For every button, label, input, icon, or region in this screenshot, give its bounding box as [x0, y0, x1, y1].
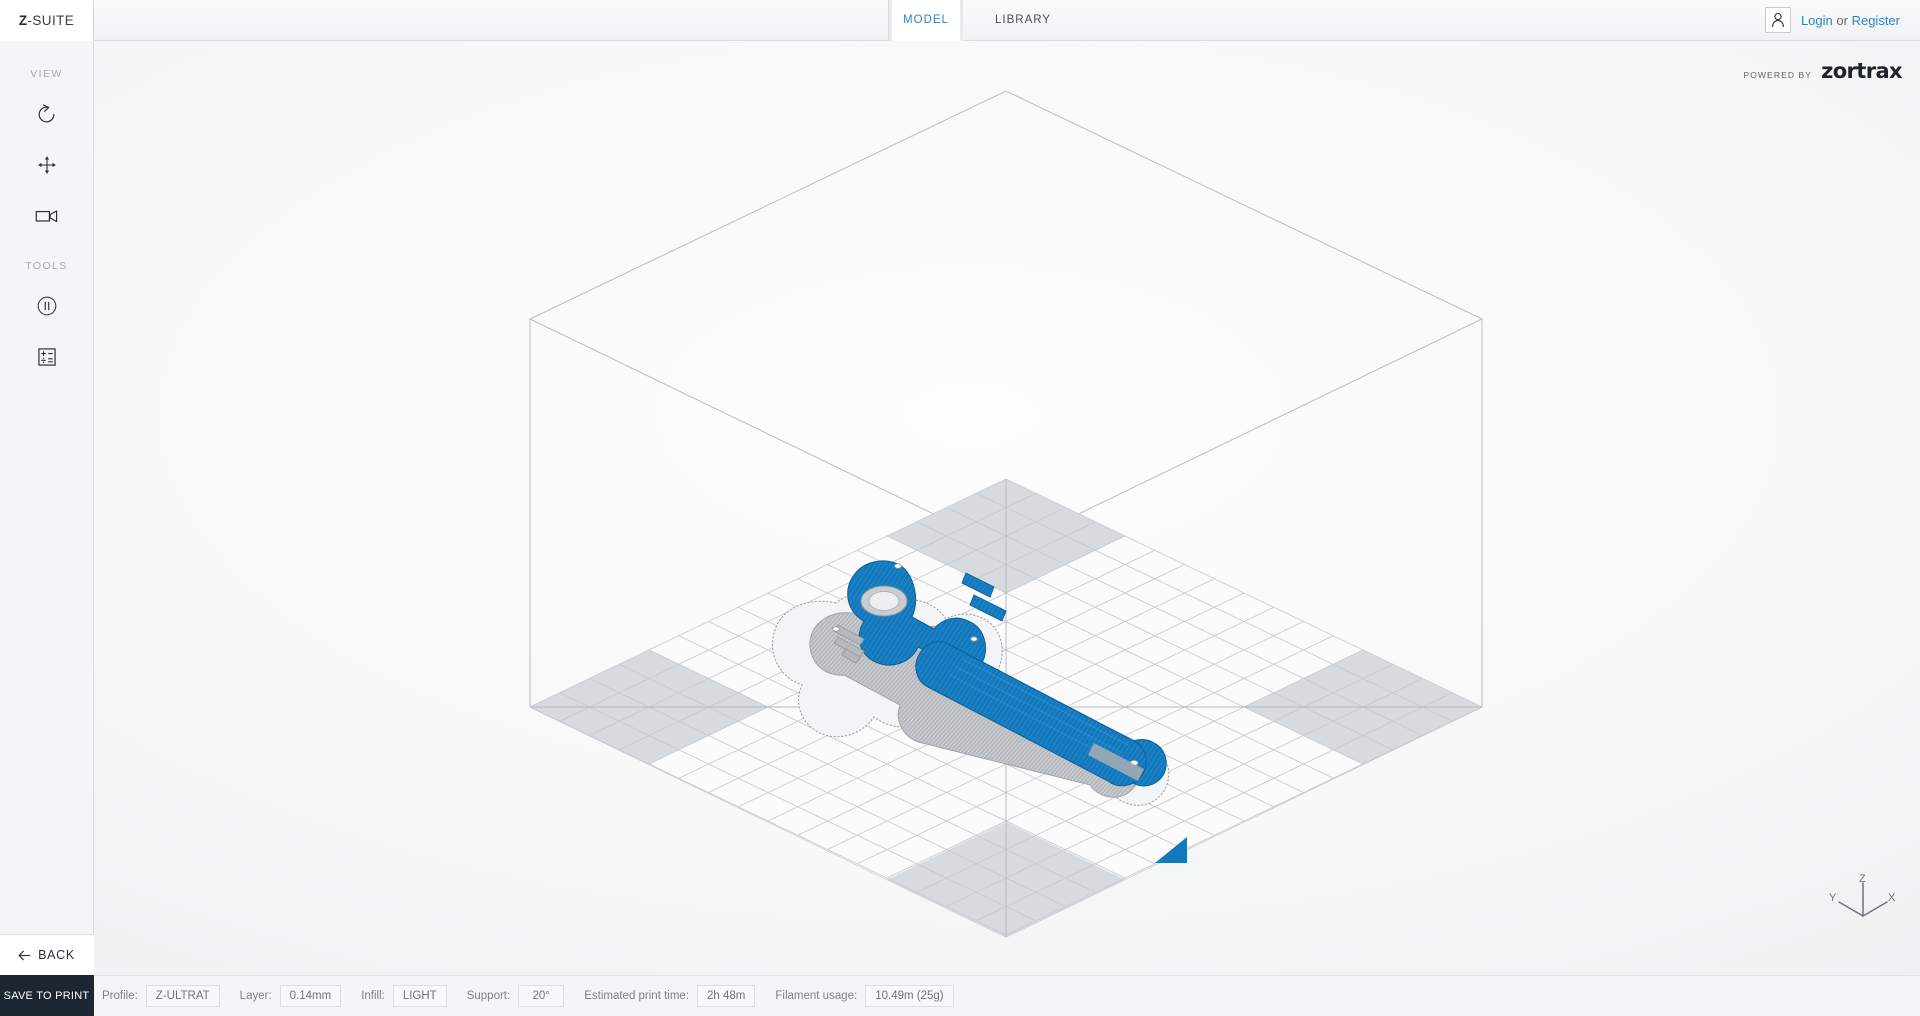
- status-field-print-time: Estimated print time: 2h 48m: [584, 985, 756, 1007]
- app-logo-z: Z: [18, 12, 28, 28]
- axis-label-x: X: [1888, 892, 1896, 904]
- arrow-left-icon: [18, 950, 31, 960]
- layer-label: Layer:: [239, 990, 272, 1002]
- account-area: Login or Register: [1764, 0, 1920, 41]
- support-value[interactable]: 20°: [518, 985, 565, 1007]
- app-logo-text: Z-SUITE: [19, 13, 74, 28]
- back-button-label: BACK: [38, 948, 75, 962]
- camera-icon[interactable]: [27, 199, 67, 233]
- pause-circle-icon[interactable]: [27, 289, 67, 323]
- print-time-value: 2h 48m: [697, 985, 756, 1007]
- calculator-icon[interactable]: [27, 340, 67, 374]
- axis-label-z: Z: [1859, 873, 1866, 885]
- zortrax-logo: zortrax: [1821, 59, 1903, 83]
- rotate-ccw-icon[interactable]: [27, 97, 67, 131]
- header-right-bar: LIBRARY Login or Register: [963, 0, 1920, 41]
- status-field-infill: Infill: LIGHT: [361, 985, 447, 1007]
- z-suite-application: Z-SUITE MODEL LIBRARY Login or Register …: [0, 0, 1920, 1016]
- top-header: Z-SUITE MODEL LIBRARY Login or Register: [0, 0, 1920, 41]
- infill-value[interactable]: LIGHT: [392, 985, 447, 1007]
- bottom-status-bar: Profile: Z-ULTRAT Layer: 0.14mm Infill: …: [94, 975, 1920, 1016]
- status-field-filament-usage: Filament usage: 10.49m (25g): [775, 985, 954, 1007]
- axis-orientation-gizmo: Z Y X: [1828, 871, 1898, 933]
- print-time-label: Estimated print time:: [584, 990, 690, 1002]
- 3d-scene[interactable]: [94, 41, 1920, 975]
- tab-model-label: MODEL: [903, 14, 949, 26]
- move-arrows-icon[interactable]: [27, 148, 67, 182]
- app-logo: Z-SUITE: [0, 0, 94, 41]
- tab-library-label: LIBRARY: [995, 13, 1052, 26]
- infill-label: Infill:: [361, 990, 385, 1002]
- app-logo-suite: -SUITE: [27, 12, 75, 28]
- save-to-print-button[interactable]: SAVE TO PRINT: [0, 975, 94, 1016]
- left-sidebar: VIEW TOOLS BACK SAVE TO PRINT: [0, 41, 94, 1016]
- axis-label-y: Y: [1829, 892, 1837, 904]
- filament-usage-value: 10.49m (25g): [865, 985, 954, 1007]
- back-button[interactable]: BACK: [0, 934, 94, 975]
- auth-separator: or: [1836, 12, 1848, 28]
- auth-links: Login or Register: [1801, 13, 1900, 28]
- status-field-profile: Profile: Z-ULTRAT: [102, 985, 220, 1007]
- tab-model[interactable]: MODEL: [892, 0, 960, 41]
- status-field-layer: Layer: 0.14mm: [240, 985, 342, 1007]
- profile-label: Profile:: [102, 990, 138, 1002]
- support-label: Support:: [466, 990, 511, 1002]
- save-to-print-label: SAVE TO PRINT: [3, 989, 90, 1002]
- login-link[interactable]: Login: [1801, 13, 1833, 28]
- 3d-viewport[interactable]: POWERED BY zortrax Z Y X: [94, 41, 1920, 975]
- filament-usage-label: Filament usage:: [775, 990, 858, 1002]
- powered-by-branding: POWERED BY zortrax: [1743, 59, 1902, 83]
- status-field-support: Support: 20°: [466, 985, 565, 1007]
- profile-value[interactable]: Z-ULTRAT: [145, 985, 220, 1007]
- sidebar-section-tools-label: TOOLS: [25, 260, 68, 272]
- powered-by-label: POWERED BY: [1743, 70, 1813, 80]
- layer-value[interactable]: 0.14mm: [279, 985, 342, 1007]
- user-icon[interactable]: [1764, 7, 1791, 33]
- tab-library[interactable]: LIBRARY: [985, 0, 1061, 41]
- sidebar-section-view-label: VIEW: [30, 68, 63, 80]
- header-left-filler: [94, 0, 889, 41]
- register-link[interactable]: Register: [1852, 13, 1900, 28]
